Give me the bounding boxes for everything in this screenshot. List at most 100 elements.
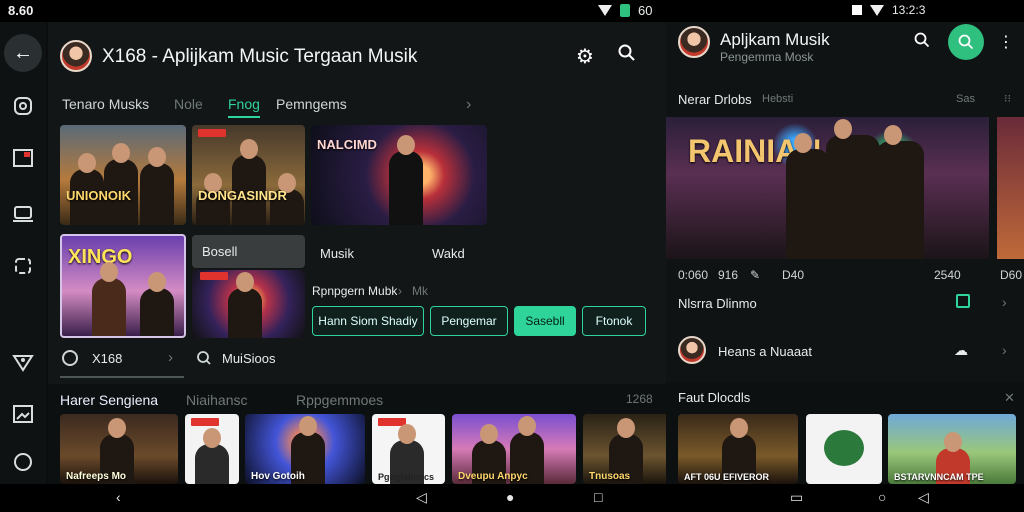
chip-pengemar[interactable]: Pengemar — [430, 306, 508, 336]
nav-back-triangle-icon[interactable]: ◁ — [416, 489, 427, 506]
edit-icon[interactable] — [956, 294, 970, 308]
battery-icon — [620, 4, 630, 17]
clock-icon[interactable] — [11, 94, 35, 118]
chat-icon[interactable]: ☁ — [954, 342, 968, 359]
avatar[interactable] — [60, 40, 92, 72]
meta-rating: D40 — [782, 268, 805, 282]
label-wakd[interactable]: Wakd — [432, 246, 465, 261]
row-item-label[interactable]: Heans a Nuaaat — [718, 344, 812, 359]
search-fab-button[interactable] — [948, 24, 984, 60]
bottom-thumb[interactable]: BSTARVNNCAM TPE — [888, 414, 1016, 484]
status-time: 8.60 — [8, 3, 34, 18]
nav-home-icon[interactable]: ● — [506, 489, 514, 505]
bottom-thumb[interactable]: Tnusoas — [583, 414, 669, 484]
status-time-right: 13:2:3 — [892, 3, 926, 17]
circle-icon[interactable] — [11, 450, 35, 474]
radio-icon[interactable] — [62, 350, 78, 366]
section-title: Harer Sengiena — [60, 392, 159, 408]
sync-icon[interactable] — [11, 254, 35, 278]
bottom-thumb[interactable] — [185, 414, 239, 484]
laptop-icon[interactable] — [11, 202, 35, 226]
search-icon[interactable] — [914, 32, 930, 53]
tab-bar: Tenaro Musks Nole Fnog Pemngems › — [60, 96, 660, 120]
avatar-small[interactable] — [678, 336, 706, 364]
close-icon[interactable]: ✕ — [1004, 390, 1015, 406]
chevron-right-icon[interactable]: › — [1002, 342, 1007, 358]
nav-recents-icon[interactable]: □ — [594, 489, 602, 505]
bottom-thumb[interactable]: Pgegfalioncs — [372, 414, 445, 484]
album-caption: UNIONOIK — [66, 188, 131, 203]
bottom-thumb[interactable]: AFT 06U EFlVEROR — [678, 414, 798, 484]
status-bar: 8.60 60 13:2:3 — [0, 0, 1024, 22]
row-item-label[interactable]: Nlsrra Dlinmo — [678, 296, 757, 311]
avatar[interactable] — [678, 26, 710, 58]
hero-banner[interactable]: RAINIAN — [666, 117, 989, 259]
pen-icon[interactable]: ✎ — [750, 268, 760, 282]
status-icons-left: 60 — [598, 3, 652, 18]
nav-back-icon[interactable]: ‹ — [116, 489, 121, 505]
tab-fnog[interactable]: Fnog — [228, 96, 260, 118]
search-icon[interactable] — [618, 44, 636, 67]
panel-subtitle: Pengemma Mosk — [720, 50, 814, 64]
tab-card[interactable]: Bosell — [192, 235, 305, 268]
meta-num: 916 — [718, 268, 739, 282]
tab-card-label: Bosell — [202, 244, 238, 259]
filter-arrow-icon: › — [398, 284, 402, 298]
tab-tenaro-musks[interactable]: Tenaro Musks — [62, 96, 149, 112]
album-card[interactable]: UNIONOIK — [60, 125, 186, 225]
section1-right: Sas — [956, 93, 975, 105]
search-row-left: X168 — [92, 351, 123, 366]
filter-hint: Mk — [412, 284, 428, 298]
album-card[interactable]: DONGASINDR — [192, 125, 305, 225]
row-underline — [60, 376, 184, 378]
bottom-thumb[interactable] — [806, 414, 882, 484]
album-card[interactable]: NALCIMD — [311, 125, 487, 225]
album-card[interactable] — [192, 270, 305, 338]
bottom-thumb-caption: BSTARVNNCAM TPE — [894, 472, 984, 482]
bottom-thumb[interactable]: Hov Gotoih — [245, 414, 365, 484]
shield-icon[interactable] — [11, 350, 35, 374]
more-icon[interactable]: ⁝⁝ — [1004, 92, 1011, 105]
hero-banner-next[interactable] — [997, 117, 1024, 259]
nav-back-icon-2[interactable]: ◁ — [918, 489, 929, 506]
image-icon[interactable] — [11, 402, 35, 426]
sim-icon — [852, 5, 862, 15]
album-caption: NALCIMD — [317, 137, 377, 152]
album-caption: DONGASINDR — [198, 188, 287, 203]
meta-time: 0:060 — [678, 268, 709, 282]
navigation-bar: ‹ ◁ ● □ ▭ ○ ◁ — [0, 484, 1024, 512]
gear-icon[interactable]: ⚙ — [576, 44, 594, 69]
wifi-icon-2 — [870, 4, 884, 16]
meta-right: D60 — [1000, 268, 1023, 282]
status-text-left: 60 — [638, 3, 653, 18]
section-count: 1268 — [626, 392, 653, 406]
bottom-thumb-caption: Nafreeps Mo — [66, 471, 127, 482]
chevron-right-icon[interactable]: › — [1002, 294, 1007, 310]
tabs-next-icon[interactable]: › — [466, 96, 471, 114]
search-icon-small[interactable] — [196, 350, 212, 371]
more-vertical-icon[interactable]: ⋮ — [998, 32, 1014, 52]
wifi-icon — [598, 5, 612, 16]
section1-hint: Hebsti — [762, 93, 794, 105]
bottom-thumb-caption: Hov Gotoih — [251, 471, 305, 482]
filter-label: Rpnpgern Mubk — [312, 284, 398, 298]
album-card-selected[interactable]: XINGO — [60, 234, 186, 338]
bottom-thumb[interactable]: Nafreeps Mo — [60, 414, 178, 484]
nav-keyboard-icon[interactable]: ▭ — [790, 489, 803, 506]
media-icon[interactable] — [11, 146, 35, 170]
chip-hann-siom[interactable]: Hann Siom Shadiy — [312, 306, 424, 336]
nav-home-icon-2[interactable]: ○ — [878, 489, 886, 505]
bottom-thumb[interactable]: Dveupu Anpyc — [452, 414, 576, 484]
chip-sasebll[interactable]: Sasebll — [514, 306, 576, 336]
panel-title: Apljkam Musik — [720, 30, 830, 49]
chip-ftonok[interactable]: Ftonok — [582, 306, 646, 336]
status-icons-right: 13:2:3 — [852, 3, 925, 17]
tab-pemngems[interactable]: Pemngems — [276, 96, 347, 112]
bottom-thumb-caption: Tnusoas — [589, 471, 631, 482]
label-musik[interactable]: Musik — [320, 246, 354, 261]
section1-title: Nerar Drlobs — [678, 92, 752, 107]
chevron-right-icon[interactable]: › — [168, 349, 173, 366]
back-arrow-icon[interactable]: ← — [4, 34, 42, 72]
tab-nole[interactable]: Nole — [174, 96, 203, 112]
app-bar: X168 - Aplijkam Music Tergaan Musik ⚙ — [48, 34, 666, 78]
